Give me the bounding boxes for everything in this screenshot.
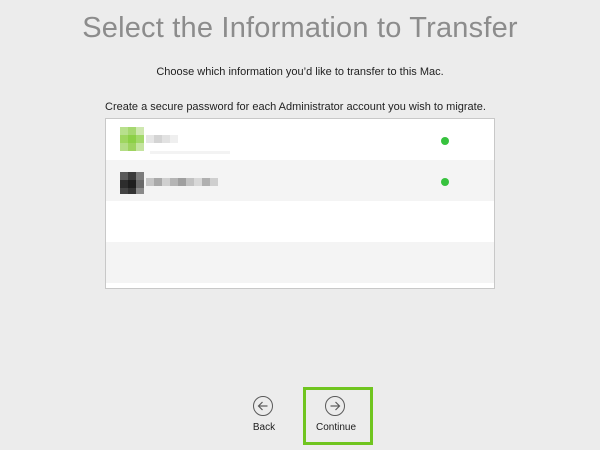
back-button[interactable]: Back <box>234 396 294 446</box>
account-row[interactable] <box>106 119 494 160</box>
continue-button-label: Continue <box>315 422 357 433</box>
empty-row <box>106 201 494 242</box>
account-redacted-name <box>120 127 230 154</box>
page-title: Select the Information to Transfer <box>82 12 518 44</box>
account-row[interactable] <box>106 160 494 201</box>
empty-row <box>106 242 494 283</box>
account-redacted-name <box>120 168 230 194</box>
account-status-dot <box>441 178 449 186</box>
account-status-dot <box>441 137 449 145</box>
account-list <box>105 118 495 289</box>
account-list-caption: Create a secure password for each Admini… <box>105 101 486 113</box>
page-subtitle: Choose which information you’d like to t… <box>156 66 444 78</box>
arrow-right-circle-icon <box>325 396 345 416</box>
arrow-left-circle-icon <box>253 396 273 416</box>
continue-button[interactable]: Continue <box>306 396 366 446</box>
back-button-label: Back <box>252 422 276 433</box>
